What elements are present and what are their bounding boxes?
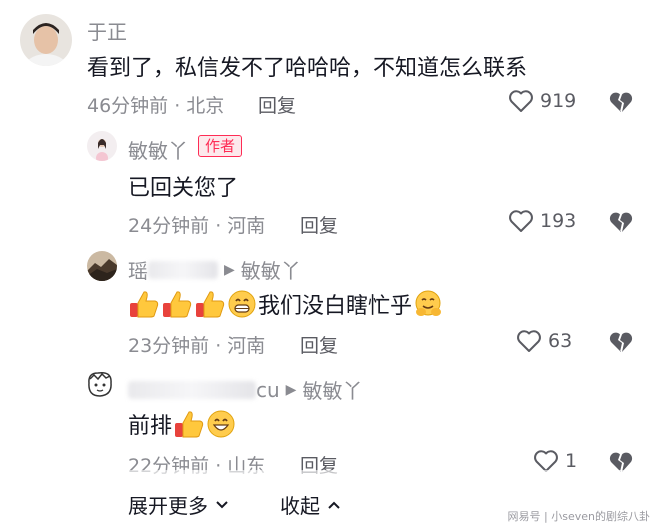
hugging-emoji-icon [415, 290, 442, 316]
reply-arrow-icon: ▶ [224, 261, 235, 278]
avatar-user4[interactable] [84, 369, 116, 401]
smiling-emoji-icon [207, 410, 235, 438]
chevron-up-icon [328, 501, 340, 509]
grinning-emoji-icon [228, 290, 256, 318]
chevron-down-icon [216, 500, 228, 508]
like-button[interactable]: 193 [508, 209, 576, 233]
avatar-yuzheng[interactable] [20, 14, 72, 66]
comment-author[interactable]: cu ▶ 敏敏丫 [128, 375, 362, 404]
thumbs-up-emoji-icon [175, 411, 204, 438]
comment-author[interactable]: 瑶 ▶ 敏敏丫 [128, 255, 301, 284]
reply-to-user[interactable]: 敏敏丫 [302, 375, 362, 404]
like-button[interactable]: 919 [508, 89, 576, 113]
comment-meta: 46分钟前 · 北京 [87, 95, 225, 117]
heart-outline-icon [509, 210, 533, 232]
collapse-button[interactable]: 收起 [280, 490, 342, 519]
comment-meta: 23分钟前 · 河南 [128, 335, 266, 357]
comment-author[interactable]: 敏敏丫 [128, 135, 188, 164]
reply-button[interactable]: 回复 [258, 91, 296, 118]
like-count: 193 [540, 210, 577, 232]
thumbs-up-emoji-icon [196, 291, 225, 318]
avatar-minmin[interactable] [87, 131, 117, 161]
expand-more-button[interactable]: 展开更多 [128, 490, 230, 519]
like-count: 1 [565, 450, 578, 472]
like-count: 919 [540, 90, 577, 112]
blurred-username [128, 380, 256, 399]
author-badge: 作者 [198, 135, 243, 157]
reply-to-user[interactable]: 敏敏丫 [241, 255, 301, 284]
comment-text: 我们没白瞎忙乎 [128, 288, 443, 320]
reply-button[interactable]: 回复 [300, 211, 338, 238]
broken-heart-icon[interactable] [608, 210, 634, 234]
thumbs-up-emoji-icon [163, 291, 192, 318]
broken-heart-icon[interactable] [608, 330, 634, 354]
comment-author[interactable]: 于正 [87, 16, 127, 45]
comment-text: 前排 [128, 408, 236, 440]
broken-heart-icon[interactable] [608, 90, 634, 114]
reply-arrow-icon: ▶ [285, 381, 297, 398]
comment-text: 已回关您了 [128, 176, 239, 201]
comment-text: 看到了，私信发不了哈哈哈，不知道怎么联系 [87, 56, 528, 81]
heart-outline-icon [509, 90, 533, 112]
heart-outline-icon [517, 330, 541, 352]
comment-meta: 24分钟前 · 河南 [128, 215, 266, 237]
blurred-username [148, 260, 218, 279]
reply-button[interactable]: 回复 [300, 331, 338, 358]
watermark: 网易号 | 小seven的剧综八卦 [503, 507, 654, 525]
like-button[interactable]: 63 [516, 329, 572, 353]
thumbs-up-emoji-icon [130, 291, 159, 318]
avatar-user3[interactable] [87, 251, 117, 281]
like-count: 63 [548, 330, 573, 352]
